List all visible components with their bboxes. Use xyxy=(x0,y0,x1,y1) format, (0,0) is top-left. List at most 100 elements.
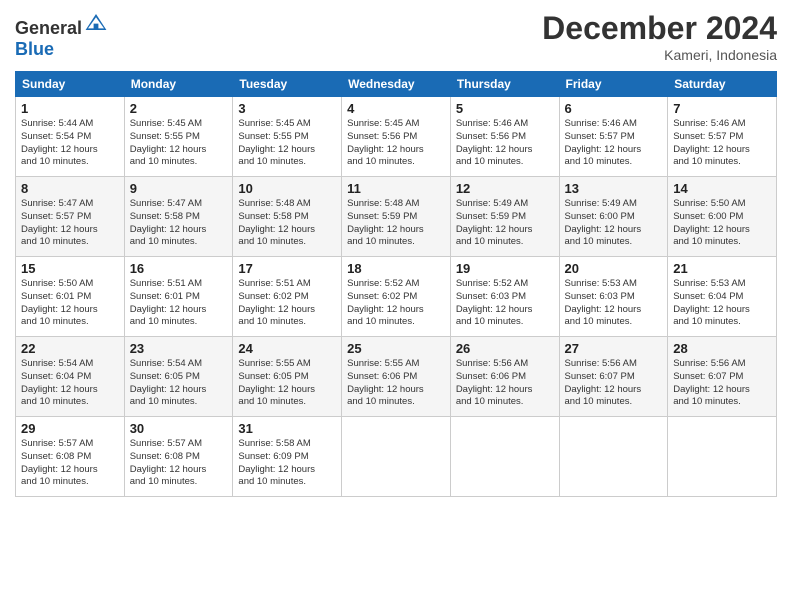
day-info: Sunrise: 5:53 AMSunset: 6:03 PMDaylight:… xyxy=(565,278,642,327)
day-info: Sunrise: 5:45 AMSunset: 5:55 PMDaylight:… xyxy=(130,118,207,167)
day-number: 13 xyxy=(565,181,663,196)
logo-text: General Blue xyxy=(15,10,108,60)
day-header-monday: Monday xyxy=(124,72,233,97)
day-number: 26 xyxy=(456,341,554,356)
calendar-cell: 9 Sunrise: 5:47 AMSunset: 5:58 PMDayligh… xyxy=(124,177,233,257)
day-info: Sunrise: 5:54 AMSunset: 6:04 PMDaylight:… xyxy=(21,358,98,407)
calendar-cell: 13 Sunrise: 5:49 AMSunset: 6:00 PMDaylig… xyxy=(559,177,668,257)
day-number: 9 xyxy=(130,181,228,196)
day-number: 24 xyxy=(238,341,336,356)
calendar-cell: 20 Sunrise: 5:53 AMSunset: 6:03 PMDaylig… xyxy=(559,257,668,337)
day-header-saturday: Saturday xyxy=(668,72,777,97)
calendar-cell: 29 Sunrise: 5:57 AMSunset: 6:08 PMDaylig… xyxy=(16,417,125,497)
day-number: 29 xyxy=(21,421,119,436)
day-number: 5 xyxy=(456,101,554,116)
day-info: Sunrise: 5:56 AMSunset: 6:06 PMDaylight:… xyxy=(456,358,533,407)
day-header-tuesday: Tuesday xyxy=(233,72,342,97)
calendar-cell: 8 Sunrise: 5:47 AMSunset: 5:57 PMDayligh… xyxy=(16,177,125,257)
calendar-cell: 19 Sunrise: 5:52 AMSunset: 6:03 PMDaylig… xyxy=(450,257,559,337)
day-info: Sunrise: 5:50 AMSunset: 6:01 PMDaylight:… xyxy=(21,278,98,327)
calendar-cell: 25 Sunrise: 5:55 AMSunset: 6:06 PMDaylig… xyxy=(342,337,451,417)
day-info: Sunrise: 5:47 AMSunset: 5:57 PMDaylight:… xyxy=(21,198,98,247)
day-number: 20 xyxy=(565,261,663,276)
day-number: 25 xyxy=(347,341,445,356)
day-number: 28 xyxy=(673,341,771,356)
day-info: Sunrise: 5:46 AMSunset: 5:57 PMDaylight:… xyxy=(673,118,750,167)
calendar-cell xyxy=(668,417,777,497)
day-number: 21 xyxy=(673,261,771,276)
day-info: Sunrise: 5:45 AMSunset: 5:55 PMDaylight:… xyxy=(238,118,315,167)
day-header-friday: Friday xyxy=(559,72,668,97)
day-number: 18 xyxy=(347,261,445,276)
calendar-cell: 18 Sunrise: 5:52 AMSunset: 6:02 PMDaylig… xyxy=(342,257,451,337)
day-info: Sunrise: 5:57 AMSunset: 6:08 PMDaylight:… xyxy=(21,438,98,487)
day-info: Sunrise: 5:45 AMSunset: 5:56 PMDaylight:… xyxy=(347,118,424,167)
calendar-cell: 15 Sunrise: 5:50 AMSunset: 6:01 PMDaylig… xyxy=(16,257,125,337)
calendar-container: General Blue December 2024 Kameri, Indon… xyxy=(0,0,792,507)
day-number: 14 xyxy=(673,181,771,196)
day-number: 7 xyxy=(673,101,771,116)
day-number: 22 xyxy=(21,341,119,356)
calendar-cell: 24 Sunrise: 5:55 AMSunset: 6:05 PMDaylig… xyxy=(233,337,342,417)
logo-icon xyxy=(84,10,108,34)
calendar-cell: 27 Sunrise: 5:56 AMSunset: 6:07 PMDaylig… xyxy=(559,337,668,417)
day-info: Sunrise: 5:49 AMSunset: 6:00 PMDaylight:… xyxy=(565,198,642,247)
week-row-3: 15 Sunrise: 5:50 AMSunset: 6:01 PMDaylig… xyxy=(16,257,777,337)
calendar-cell: 2 Sunrise: 5:45 AMSunset: 5:55 PMDayligh… xyxy=(124,97,233,177)
day-number: 10 xyxy=(238,181,336,196)
day-number: 4 xyxy=(347,101,445,116)
day-info: Sunrise: 5:57 AMSunset: 6:08 PMDaylight:… xyxy=(130,438,207,487)
day-number: 8 xyxy=(21,181,119,196)
day-info: Sunrise: 5:51 AMSunset: 6:01 PMDaylight:… xyxy=(130,278,207,327)
day-info: Sunrise: 5:51 AMSunset: 6:02 PMDaylight:… xyxy=(238,278,315,327)
day-number: 23 xyxy=(130,341,228,356)
calendar-cell: 28 Sunrise: 5:56 AMSunset: 6:07 PMDaylig… xyxy=(668,337,777,417)
calendar-cell: 14 Sunrise: 5:50 AMSunset: 6:00 PMDaylig… xyxy=(668,177,777,257)
logo-blue: Blue xyxy=(15,39,54,59)
day-number: 12 xyxy=(456,181,554,196)
week-row-4: 22 Sunrise: 5:54 AMSunset: 6:04 PMDaylig… xyxy=(16,337,777,417)
calendar-cell: 4 Sunrise: 5:45 AMSunset: 5:56 PMDayligh… xyxy=(342,97,451,177)
calendar-cell xyxy=(342,417,451,497)
calendar-cell: 17 Sunrise: 5:51 AMSunset: 6:02 PMDaylig… xyxy=(233,257,342,337)
day-info: Sunrise: 5:49 AMSunset: 5:59 PMDaylight:… xyxy=(456,198,533,247)
week-row-5: 29 Sunrise: 5:57 AMSunset: 6:08 PMDaylig… xyxy=(16,417,777,497)
day-info: Sunrise: 5:58 AMSunset: 6:09 PMDaylight:… xyxy=(238,438,315,487)
calendar-table: SundayMondayTuesdayWednesdayThursdayFrid… xyxy=(15,71,777,497)
logo: General Blue xyxy=(15,10,108,60)
day-number: 2 xyxy=(130,101,228,116)
day-info: Sunrise: 5:55 AMSunset: 6:05 PMDaylight:… xyxy=(238,358,315,407)
calendar-cell: 26 Sunrise: 5:56 AMSunset: 6:06 PMDaylig… xyxy=(450,337,559,417)
calendar-cell: 31 Sunrise: 5:58 AMSunset: 6:09 PMDaylig… xyxy=(233,417,342,497)
month-title: December 2024 xyxy=(542,10,777,47)
week-row-2: 8 Sunrise: 5:47 AMSunset: 5:57 PMDayligh… xyxy=(16,177,777,257)
day-info: Sunrise: 5:56 AMSunset: 6:07 PMDaylight:… xyxy=(673,358,750,407)
day-number: 15 xyxy=(21,261,119,276)
logo-general: General xyxy=(15,18,82,38)
calendar-cell xyxy=(559,417,668,497)
calendar-cell: 7 Sunrise: 5:46 AMSunset: 5:57 PMDayligh… xyxy=(668,97,777,177)
calendar-cell: 5 Sunrise: 5:46 AMSunset: 5:56 PMDayligh… xyxy=(450,97,559,177)
calendar-header-row: SundayMondayTuesdayWednesdayThursdayFrid… xyxy=(16,72,777,97)
day-info: Sunrise: 5:52 AMSunset: 6:03 PMDaylight:… xyxy=(456,278,533,327)
calendar-cell: 21 Sunrise: 5:53 AMSunset: 6:04 PMDaylig… xyxy=(668,257,777,337)
day-info: Sunrise: 5:55 AMSunset: 6:06 PMDaylight:… xyxy=(347,358,424,407)
calendar-cell: 30 Sunrise: 5:57 AMSunset: 6:08 PMDaylig… xyxy=(124,417,233,497)
day-info: Sunrise: 5:48 AMSunset: 5:59 PMDaylight:… xyxy=(347,198,424,247)
day-header-sunday: Sunday xyxy=(16,72,125,97)
header: General Blue December 2024 Kameri, Indon… xyxy=(15,10,777,63)
day-number: 19 xyxy=(456,261,554,276)
calendar-cell: 3 Sunrise: 5:45 AMSunset: 5:55 PMDayligh… xyxy=(233,97,342,177)
title-area: December 2024 Kameri, Indonesia xyxy=(542,10,777,63)
calendar-cell: 22 Sunrise: 5:54 AMSunset: 6:04 PMDaylig… xyxy=(16,337,125,417)
day-number: 3 xyxy=(238,101,336,116)
day-number: 6 xyxy=(565,101,663,116)
day-number: 16 xyxy=(130,261,228,276)
week-row-1: 1 Sunrise: 5:44 AMSunset: 5:54 PMDayligh… xyxy=(16,97,777,177)
day-info: Sunrise: 5:46 AMSunset: 5:56 PMDaylight:… xyxy=(456,118,533,167)
calendar-cell: 23 Sunrise: 5:54 AMSunset: 6:05 PMDaylig… xyxy=(124,337,233,417)
day-info: Sunrise: 5:47 AMSunset: 5:58 PMDaylight:… xyxy=(130,198,207,247)
calendar-cell: 16 Sunrise: 5:51 AMSunset: 6:01 PMDaylig… xyxy=(124,257,233,337)
calendar-cell: 1 Sunrise: 5:44 AMSunset: 5:54 PMDayligh… xyxy=(16,97,125,177)
day-info: Sunrise: 5:50 AMSunset: 6:00 PMDaylight:… xyxy=(673,198,750,247)
